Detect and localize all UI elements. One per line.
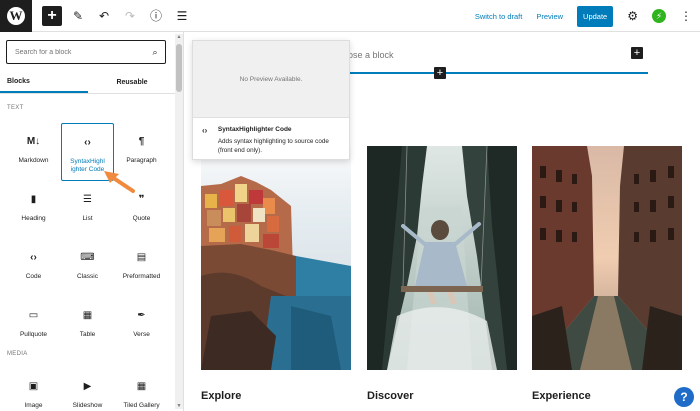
column-experience[interactable]: Experience <box>532 146 682 402</box>
scrollbar-thumb[interactable] <box>176 44 182 92</box>
block-card-title: SyntaxHighlighter Code <box>217 126 292 133</box>
block-item-slideshow[interactable]: ▶ Slideshow <box>61 368 114 411</box>
tiled-gallery-icon: ▦ <box>136 381 147 392</box>
inserter-tabs: Blocks Reusable <box>0 72 176 94</box>
block-item-heading[interactable]: ▮ Heading <box>7 181 60 239</box>
editor-app: W + ✎ ↶ ↷ ⓘ ☰ Switch to draft Preview Up… <box>0 0 700 411</box>
preview-button[interactable]: Preview <box>536 12 563 21</box>
explore-image[interactable] <box>201 146 351 370</box>
paragraph-icon: ¶ <box>138 136 145 147</box>
block-item-image[interactable]: ▣ Image <box>7 368 60 411</box>
block-item-label: Code <box>25 273 42 280</box>
category-text-heading: TEXT <box>7 105 24 111</box>
block-search-box: ⌕ <box>6 40 166 64</box>
category-media-heading: MEDIA <box>7 351 28 357</box>
experience-image[interactable] <box>532 146 682 370</box>
heading-icon: ▮ <box>30 194 37 205</box>
jetpack-icon[interactable]: ⚡ <box>652 9 666 23</box>
switch-to-draft-button[interactable]: Switch to draft <box>475 12 523 21</box>
tab-reusable[interactable]: Reusable <box>88 72 176 93</box>
image-icon: ▣ <box>28 381 39 392</box>
media-blocks-grid: ▣ Image ▶ Slideshow ▦ Tiled Gallery <box>7 368 167 411</box>
block-item-label: List <box>82 215 93 222</box>
block-appender-plus-icon[interactable]: + <box>631 47 643 59</box>
block-card-description: Adds syntax highlighting to source code … <box>217 138 329 154</box>
syntaxhighlighter-code-icon: ‹› <box>84 137 91 148</box>
block-item-preformatted[interactable]: ▤ Preformatted <box>115 239 168 297</box>
block-item-label: Verse <box>133 331 150 338</box>
tab-blocks[interactable]: Blocks <box>0 72 88 93</box>
outline-icon[interactable]: ☰ <box>172 6 192 26</box>
column-discover[interactable]: Discover <box>367 146 517 402</box>
update-button[interactable]: Update <box>577 5 614 27</box>
block-item-tiled-gallery[interactable]: ▦ Tiled Gallery <box>115 368 168 411</box>
undo-icon[interactable]: ↶ <box>94 6 114 26</box>
preformatted-icon: ▤ <box>136 252 147 263</box>
pullquote-icon: ▭ <box>28 310 39 321</box>
block-preview-popover: No Preview Available. ‹› SyntaxHighlight… <box>192 40 350 160</box>
settings-gear-icon[interactable]: ⚙ <box>627 9 638 23</box>
column-title-experience[interactable]: Experience <box>532 390 682 402</box>
block-placeholder-text: ose a block <box>348 50 394 60</box>
slideshow-icon: ▶ <box>83 381 92 392</box>
discover-image[interactable] <box>367 146 517 370</box>
block-item-label: Slideshow <box>72 402 103 409</box>
block-item-label: Tiled Gallery <box>123 402 160 409</box>
wordpress-icon: W <box>7 6 25 25</box>
edit-tools-icon[interactable]: ✎ <box>68 6 88 26</box>
help-icon[interactable]: ? <box>674 387 694 407</box>
block-item-code[interactable]: ‹› Code <box>7 239 60 297</box>
block-item-label: Pullquote <box>19 331 48 338</box>
no-preview-message: No Preview Available. <box>193 41 349 118</box>
markdown-icon: M↓ <box>26 136 41 147</box>
scroll-up-icon[interactable]: ▲ <box>175 34 183 40</box>
inline-inserter-plus-icon[interactable]: + <box>434 67 446 79</box>
block-item-classic[interactable]: ⌨ Classic <box>61 239 114 297</box>
block-item-verse[interactable]: ✒ Verse <box>115 297 168 355</box>
code-icon: ‹› <box>30 252 37 263</box>
block-item-label: Classic <box>77 273 98 280</box>
scroll-down-icon[interactable]: ▼ <box>175 403 183 409</box>
code-icon: ‹› <box>202 126 208 135</box>
more-options-icon[interactable]: ⋮ <box>680 9 692 23</box>
classic-icon: ⌨ <box>80 252 95 263</box>
column-title-explore[interactable]: Explore <box>201 390 351 402</box>
block-item-markdown[interactable]: M↓ Markdown <box>7 123 60 181</box>
block-item-label: Paragraph <box>126 157 157 164</box>
redo-icon[interactable]: ↷ <box>120 6 140 26</box>
block-item-label: Table <box>79 331 96 338</box>
block-item-label: Heading <box>21 215 46 222</box>
block-selection-line <box>348 72 648 74</box>
block-item-label: Preformatted <box>122 273 161 280</box>
table-icon: ▦ <box>82 310 93 321</box>
add-block-button[interactable]: + <box>42 5 62 26</box>
block-inserter-panel: ⌕ Blocks Reusable TEXT M↓Markdown‹›Synta… <box>0 32 184 411</box>
wordpress-logo[interactable]: W <box>0 0 32 32</box>
block-item-label: Markdown <box>18 157 49 164</box>
verse-icon: ✒ <box>137 310 146 321</box>
block-item-label: Image <box>24 402 43 409</box>
info-icon[interactable]: ⓘ <box>146 6 166 26</box>
column-explore[interactable]: Explore <box>201 146 351 402</box>
block-item-label: Quote <box>132 215 151 222</box>
list-icon: ☰ <box>83 194 92 205</box>
search-icon: ⌕ <box>152 46 158 57</box>
block-item-table[interactable]: ▦ Table <box>61 297 114 355</box>
pointer-arrow-icon <box>104 171 135 193</box>
block-item-pullquote[interactable]: ▭ Pullquote <box>7 297 60 355</box>
block-card: ‹› SyntaxHighlighter Code Adds syntax hi… <box>193 118 349 155</box>
top-toolbar: W + ✎ ↶ ↷ ⓘ ☰ Switch to draft Preview Up… <box>0 0 700 32</box>
inserter-scrollbar[interactable]: ▲ ▼ <box>175 34 183 409</box>
block-search-input[interactable] <box>7 41 145 63</box>
text-blocks-grid: M↓ Markdown ‹› SyntaxHighlighter Code ¶ Parag… <box>7 123 167 355</box>
column-title-discover[interactable]: Discover <box>367 390 517 402</box>
